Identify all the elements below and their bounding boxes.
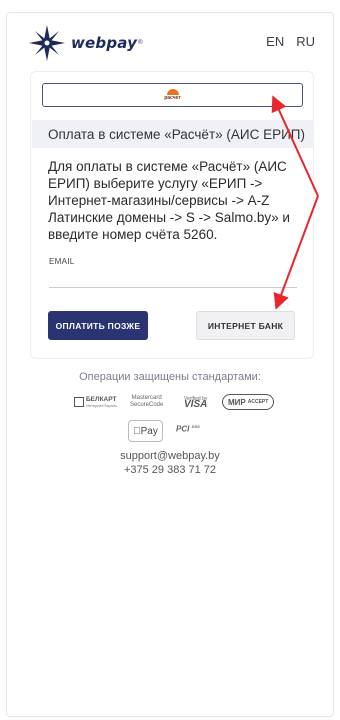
pay-later-button[interactable]: ОПЛАТИТЬ ПОЗЖЕ xyxy=(48,311,148,340)
apple-pay-label: Pay xyxy=(136,425,158,437)
payment-card: расчет Оплата в системе «Расчёт» (АИС ЕР… xyxy=(30,71,314,359)
mir-accept-badge: МИР ACCEPT xyxy=(222,394,275,410)
support-phone: +375 29 383 71 72 xyxy=(123,464,217,476)
support-email[interactable]: support@webpay.by xyxy=(0,450,340,462)
apple-icon:  xyxy=(133,426,141,437)
payment-instructions: Для оплаты в системе «Расчёт» (АИС ЕРИП)… xyxy=(48,159,290,242)
payment-method-raschet[interactable]: расчет xyxy=(42,83,303,107)
apple-pay-badge:  Pay xyxy=(128,420,163,442)
section-title: Оплата в системе «Расчёт» (АИС ЕРИП) xyxy=(32,120,314,148)
security-standards-text: Операции защищены стандартами: xyxy=(79,371,261,383)
belkart-sub-label: ИнтернетПароль xyxy=(86,403,118,408)
pci-dss-badge: PCI DSS xyxy=(176,424,200,434)
mastercard-line2: SecureCode xyxy=(130,402,164,408)
logo-registered-mark: ® xyxy=(138,40,143,46)
language-switcher: EN RU xyxy=(266,34,315,49)
security-badges: БЕЛКАРТ ИнтернетПароль Mastercard Secure… xyxy=(74,392,275,412)
header: webpay ® EN RU xyxy=(29,25,319,61)
logo-text: webpay xyxy=(71,34,138,52)
raschet-logo-text: расчет xyxy=(164,95,181,101)
verified-by-visa-badge: Verified by VISA xyxy=(184,392,207,412)
mastercard-securecode-badge: Mastercard SecureCode xyxy=(130,392,163,412)
lang-en[interactable]: EN xyxy=(266,34,284,49)
security-badges-row2:  Pay PCI DSS xyxy=(128,420,228,442)
raschet-logo: расчет xyxy=(164,89,181,101)
belkart-icon xyxy=(74,397,84,407)
email-label: EMAIL xyxy=(49,257,75,266)
belkart-badge: БЕЛКАРТ ИнтернетПароль xyxy=(74,392,117,412)
pci-label: PCI xyxy=(176,424,190,434)
mastercard-line1: Mastercard xyxy=(131,395,162,401)
pci-sub-label: DSS xyxy=(191,424,200,429)
webpay-logo: webpay ® xyxy=(29,25,143,61)
belkart-label: БЕЛКАРТ xyxy=(86,396,117,403)
lang-ru[interactable]: RU xyxy=(296,34,315,49)
internet-bank-button[interactable]: ИНТЕРНЕТ БАНК xyxy=(196,311,295,340)
mir-label: МИР xyxy=(228,397,246,407)
visa-line2: VISA xyxy=(184,399,208,410)
mir-sub-label: ACCEPT xyxy=(247,399,269,405)
compass-star-icon xyxy=(29,25,65,61)
email-field[interactable] xyxy=(49,268,297,288)
